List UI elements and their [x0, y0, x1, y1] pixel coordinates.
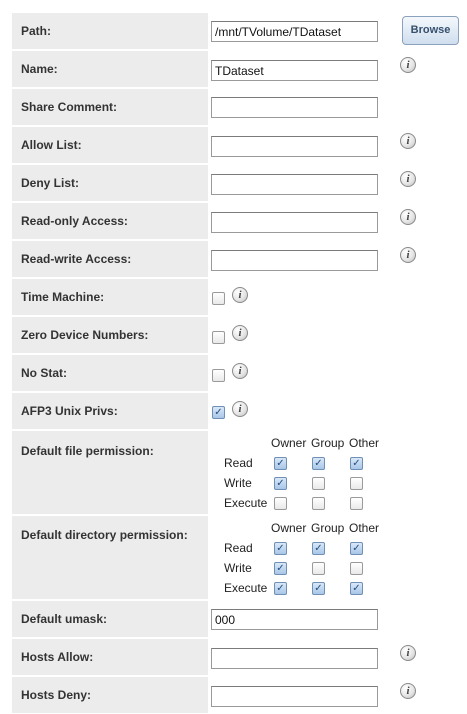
perm-column-group: Group — [311, 436, 345, 450]
perm-checkbox-read-group[interactable]: ✓ — [312, 542, 325, 555]
hosts-allow-label: Hosts Allow: — [12, 639, 208, 675]
allow-list-label: Allow List: — [12, 127, 208, 163]
allow-list-input[interactable] — [211, 136, 378, 157]
perm-checkbox-write-group[interactable] — [312, 477, 325, 490]
path-label: Path: — [12, 13, 208, 49]
perm-row-label-read: Read — [224, 456, 253, 470]
info-icon[interactable]: i — [232, 287, 248, 303]
default-directory-permission-label-text: Default directory permission: — [21, 528, 188, 542]
default-umask-input[interactable] — [211, 609, 378, 630]
perm-checkbox-write-owner[interactable]: ✓ — [274, 562, 287, 575]
perm-checkbox-read-other[interactable]: ✓ — [350, 457, 363, 470]
afp3-unix-privs-checkbox[interactable]: ✓ — [212, 406, 225, 419]
info-icon[interactable]: i — [400, 133, 416, 149]
perm-row-label-write: Write — [224, 476, 252, 490]
time-machine-label: Time Machine: — [12, 279, 208, 315]
info-icon[interactable]: i — [400, 57, 416, 73]
default-file-permission-label: Default file permission: — [12, 431, 208, 514]
default-umask-label-text: Default umask: — [21, 612, 108, 626]
perm-checkbox-read-owner[interactable]: ✓ — [274, 542, 287, 555]
default-file-permission-label-text: Default file permission: — [21, 444, 154, 458]
deny-list-input[interactable] — [211, 174, 378, 195]
perm-row-label-write: Write — [224, 561, 252, 575]
zero-device-numbers-label-text: Zero Device Numbers: — [21, 328, 149, 342]
allow-list-label-text: Allow List: — [21, 138, 82, 152]
info-icon[interactable]: i — [400, 247, 416, 263]
hosts-deny-label-text: Hosts Deny: — [21, 688, 92, 702]
perm-checkbox-execute-group[interactable]: ✓ — [312, 582, 325, 595]
perm-checkbox-execute-group[interactable] — [312, 497, 325, 510]
perm-checkbox-read-owner[interactable]: ✓ — [274, 457, 287, 470]
perm-checkbox-read-other[interactable]: ✓ — [350, 542, 363, 555]
perm-checkbox-execute-owner[interactable] — [274, 497, 287, 510]
hosts-allow-input[interactable] — [211, 648, 378, 669]
hosts-deny-label: Hosts Deny: — [12, 677, 208, 713]
perm-column-group: Group — [311, 521, 345, 535]
deny-list-label: Deny List: — [12, 165, 208, 201]
name-label: Name: — [12, 51, 208, 87]
perm-row-label-execute: Execute — [224, 581, 268, 595]
browse-button[interactable]: Browse — [402, 16, 459, 45]
perm-checkbox-write-group[interactable] — [312, 562, 325, 575]
read-only-access-label: Read-only Access: — [12, 203, 208, 239]
read-only-access-label-text: Read-only Access: — [21, 214, 128, 228]
perm-checkbox-write-other[interactable] — [350, 562, 363, 575]
name-input[interactable] — [211, 60, 378, 81]
perm-column-owner: Owner — [271, 521, 307, 535]
perm-checkbox-write-other[interactable] — [350, 477, 363, 490]
time-machine-checkbox[interactable] — [212, 292, 225, 305]
time-machine-label-text: Time Machine: — [21, 290, 105, 304]
info-icon[interactable]: i — [232, 401, 248, 417]
perm-row-label-read: Read — [224, 541, 253, 555]
no-stat-label: No Stat: — [12, 355, 208, 391]
perm-checkbox-read-group[interactable]: ✓ — [312, 457, 325, 470]
zero-device-numbers-label: Zero Device Numbers: — [12, 317, 208, 353]
read-write-access-label: Read-write Access: — [12, 241, 208, 277]
perm-checkbox-write-owner[interactable]: ✓ — [274, 477, 287, 490]
hosts-allow-label-text: Hosts Allow: — [21, 650, 94, 664]
afp3-unix-privs-label-text: AFP3 Unix Privs: — [21, 404, 118, 418]
afp3-unix-privs-label: AFP3 Unix Privs: — [12, 393, 208, 429]
info-icon[interactable]: i — [400, 209, 416, 225]
perm-checkbox-execute-other[interactable] — [350, 497, 363, 510]
read-write-access-input[interactable] — [211, 250, 378, 271]
path-label-text: Path: — [21, 24, 51, 38]
share-comment-label-text: Share Comment: — [21, 100, 118, 114]
perm-column-other: Other — [349, 436, 380, 450]
path-input[interactable] — [211, 21, 378, 42]
default-umask-label: Default umask: — [12, 601, 208, 637]
perm-checkbox-execute-other[interactable]: ✓ — [350, 582, 363, 595]
info-icon[interactable]: i — [232, 325, 248, 341]
perm-checkbox-execute-owner[interactable]: ✓ — [274, 582, 287, 595]
perm-column-other: Other — [349, 521, 380, 535]
deny-list-label-text: Deny List: — [21, 176, 80, 190]
default-directory-permission-label: Default directory permission: — [12, 516, 208, 599]
name-label-text: Name: — [21, 62, 58, 76]
read-only-access-input[interactable] — [211, 212, 378, 233]
share-comment-label: Share Comment: — [12, 89, 208, 125]
share-comment-input[interactable] — [211, 97, 378, 118]
zero-device-numbers-checkbox[interactable] — [212, 331, 225, 344]
perm-column-owner: Owner — [271, 436, 307, 450]
info-icon[interactable]: i — [232, 363, 248, 379]
no-stat-label-text: No Stat: — [21, 366, 67, 380]
info-icon[interactable]: i — [400, 645, 416, 661]
read-write-access-label-text: Read-write Access: — [21, 252, 132, 266]
perm-row-label-execute: Execute — [224, 496, 268, 510]
no-stat-checkbox[interactable] — [212, 369, 225, 382]
hosts-deny-input[interactable] — [211, 686, 378, 707]
info-icon[interactable]: i — [400, 683, 416, 699]
info-icon[interactable]: i — [400, 171, 416, 187]
